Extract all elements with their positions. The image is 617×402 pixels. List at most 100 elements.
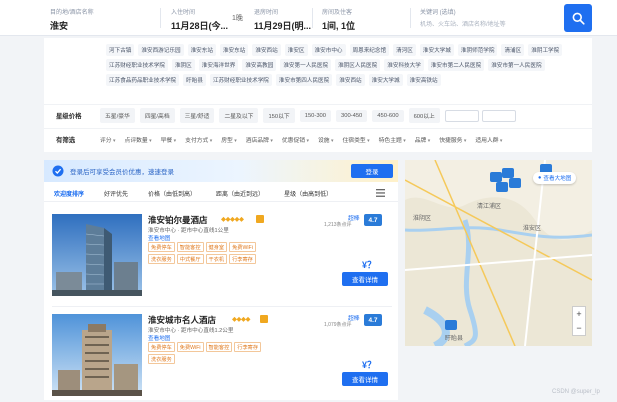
checkout-field[interactable]: 退房时间 11月29日(明... [248, 0, 311, 36]
hotel-name[interactable]: 淮安铂尔曼酒店 [148, 214, 208, 226]
location-tag[interactable]: 淮安市中心 [311, 44, 346, 56]
review-count[interactable]: 1,213条点评 [324, 221, 352, 228]
login-banner: 登录后可享受会员价优惠，速速登录 登录 [44, 160, 398, 182]
view-map-link[interactable]: 查看地图 [148, 234, 170, 242]
price-option[interactable]: 二星及以下 [219, 108, 259, 123]
map-panel[interactable]: 清江浦区 淮安区 淮阴区 盱眙县 [405, 160, 592, 346]
map-canvas[interactable]: 清江浦区 淮安区 淮阴区 盱眙县 [405, 160, 592, 346]
location-tag[interactable]: 江苏财经职业技术学院 [106, 59, 168, 71]
sort-option[interactable]: 距离（由近到远） [216, 189, 264, 198]
price-max-input[interactable] [481, 109, 516, 122]
sort-option[interactable]: 好评优先 [104, 189, 128, 198]
hotel-list: 登录后可享受会员价优惠，速速登录 登录 欢迎度排序 好评优先 价格（由低到高） 距离（… [44, 160, 398, 400]
review-count[interactable]: 1,079条点评 [324, 321, 352, 328]
location-tag[interactable]: 淮安东站 [187, 44, 216, 56]
location-tag[interactable]: 淮安区 [284, 44, 308, 56]
price-option[interactable]: 五星/豪华 [100, 108, 135, 123]
price-option[interactable]: 450-600 [372, 109, 404, 122]
location-tag[interactable]: 淮安海洋世界 [198, 59, 239, 71]
sort-bar: 欢迎度排序 好评优先 价格（由低到高） 距离（由近到远） 星级（由高到低） [44, 186, 398, 202]
hotel-name[interactable]: 淮安城市名人酒店 [148, 314, 216, 326]
location-tag[interactable]: 淮安东站 [219, 44, 249, 56]
filter-dropdown[interactable]: 住宿类型 [343, 135, 370, 144]
location-tag[interactable]: 淮安大学城 [368, 74, 403, 86]
location-tag[interactable]: 淮阴区 [171, 59, 195, 71]
sort-option[interactable]: 价格（由低到高） [148, 189, 196, 198]
price-min-input[interactable] [444, 109, 479, 122]
location-tag[interactable]: 清河区 [393, 44, 416, 56]
filter-dropdown[interactable]: 房型 [221, 135, 237, 144]
zoom-out-button[interactable]: − [576, 323, 581, 333]
map-label: 盱眙县 [445, 334, 463, 342]
filter-dropdown[interactable]: 早餐 [161, 135, 177, 144]
search-button[interactable] [564, 4, 592, 32]
location-tag[interactable]: 周恩来纪念馆 [349, 44, 390, 56]
location-tag[interactable]: 淮安大学城 [419, 44, 454, 56]
hotel-address: 淮安市中心 · 距市中心直线1公里 [148, 228, 229, 234]
filter-dropdown[interactable]: 特色主题 [379, 135, 406, 144]
filter-dropdown[interactable]: 支付方式 [185, 135, 212, 144]
sort-option[interactable]: 星级（由高到低） [284, 189, 332, 198]
location-tag[interactable]: 淮阴师范学院 [457, 44, 498, 56]
filter-dropdown[interactable]: 优惠促销 [282, 135, 309, 144]
location-tag[interactable]: 河下古镇 [106, 44, 135, 56]
list-view-icon[interactable] [376, 189, 385, 199]
divider [312, 8, 313, 28]
hotel-card[interactable]: 淮安铂尔曼酒店 ◆◆◆◆◆ 淮安市中心 · 距市中心直线1公里 查看地图 免费停… [44, 210, 398, 302]
price-options: 五星/豪华 四星/高档 三星/舒适 二星及以下 150以下 150-300 300-450 4… [100, 108, 445, 123]
price-option[interactable]: 150以下 [263, 108, 295, 123]
location-tag[interactable]: 江苏财经职业技术学院 [209, 74, 272, 86]
location-tags: 河下古镇 淮安西游记乐园 淮安东站 淮安东站 淮安西站 淮安区 淮安市中心 周恩来纪念馆 清河区… [106, 44, 586, 86]
location-tag[interactable]: 淮安市第二人民医院 [427, 59, 485, 71]
location-tag[interactable]: 淮安西游记乐园 [138, 44, 184, 56]
location-tag[interactable]: 淮安市第一人民医院 [488, 59, 545, 71]
view-map-link[interactable]: 查看地图 [148, 334, 170, 342]
view-big-map-button[interactable]: ● 查看大地图 [533, 172, 577, 184]
keyword-field[interactable]: 关键词 (选填) 机场、火车站、酒店名称/地址等 [414, 0, 554, 36]
checkin-field[interactable]: 入住时间 11月28日(今... [165, 0, 231, 36]
sort-option[interactable]: 欢迎度排序 [54, 189, 84, 198]
zoom-in-button[interactable]: + [576, 309, 581, 319]
location-tag[interactable]: 淮阴区人民医院 [335, 59, 381, 71]
gold-badge-icon [260, 315, 268, 323]
hotel-card[interactable]: 淮安城市名人酒店 ◆◆◆◆ 淮安市中心 · 距市中心直线1.2公里 查看地图 免… [44, 310, 398, 402]
filter-dropdown[interactable]: 酒店品牌 [246, 135, 273, 144]
more-filter-options: 评分点评数量早餐支付方式房型酒店品牌优惠促销设施住宿类型特色主题品牌快捷服务适用… [100, 135, 511, 144]
filter-dropdown[interactable]: 快捷服务 [439, 135, 466, 144]
hotel-features: 免费停车 智能客控 健身室 免费WiFi 洗衣服务 中式餐厅 干衣机 行李寄存 [148, 242, 268, 264]
price-option[interactable]: 300-450 [336, 109, 368, 122]
map-label: 淮阴区 [413, 214, 431, 222]
login-button[interactable]: 登录 [351, 164, 393, 178]
view-details-button[interactable]: 查看详情 [342, 372, 388, 386]
view-details-button[interactable]: 查看详情 [342, 272, 388, 286]
location-tag[interactable]: 清浦区 [501, 44, 525, 56]
filter-dropdown[interactable]: 适用人群 [475, 135, 502, 144]
location-tag[interactable]: 淮安西站 [336, 74, 365, 86]
hotel-photo[interactable] [52, 314, 142, 396]
location-tag[interactable]: 淮阴工学院 [528, 44, 563, 56]
location-tag[interactable]: 淮安市第四人民医院 [275, 74, 333, 86]
filter-dropdown[interactable]: 品牌 [415, 135, 431, 144]
location-tag[interactable]: 淮安高教园 [242, 59, 277, 71]
location-tag[interactable]: 淮安西站 [252, 44, 281, 56]
feature-tag: 洗衣服务 [148, 254, 175, 264]
location-tag[interactable]: 淮安科技大学 [384, 59, 424, 71]
location-tag[interactable]: 淮安高铁站 [406, 74, 441, 86]
hotel-photo[interactable] [52, 214, 142, 296]
price-option[interactable]: 600以上 [408, 108, 440, 123]
filter-dropdown[interactable]: 设施 [318, 135, 334, 144]
rooms-guests-field[interactable]: 房间及住客 1间, 1位 [316, 0, 406, 36]
destination-field[interactable]: 目的地/酒店名称 淮安 [44, 0, 154, 36]
location-tag[interactable]: 江苏食品药品职业技术学院 [106, 74, 180, 86]
feature-tag: 免费WiFi [176, 342, 204, 352]
price-option[interactable]: 150-300 [299, 109, 331, 122]
location-tag[interactable]: 淮安第一人民医院 [280, 59, 332, 71]
map-label: 清江浦区 [477, 202, 501, 210]
price-option[interactable]: 三星/舒适 [179, 108, 215, 123]
divider [410, 8, 411, 28]
nights-count: 1晚 [232, 15, 243, 22]
filter-dropdown[interactable]: 评分 [100, 135, 116, 144]
filter-dropdown[interactable]: 点评数量 [125, 135, 152, 144]
price-option[interactable]: 四星/高档 [139, 108, 175, 123]
location-tag[interactable]: 盱眙县 [183, 74, 206, 86]
